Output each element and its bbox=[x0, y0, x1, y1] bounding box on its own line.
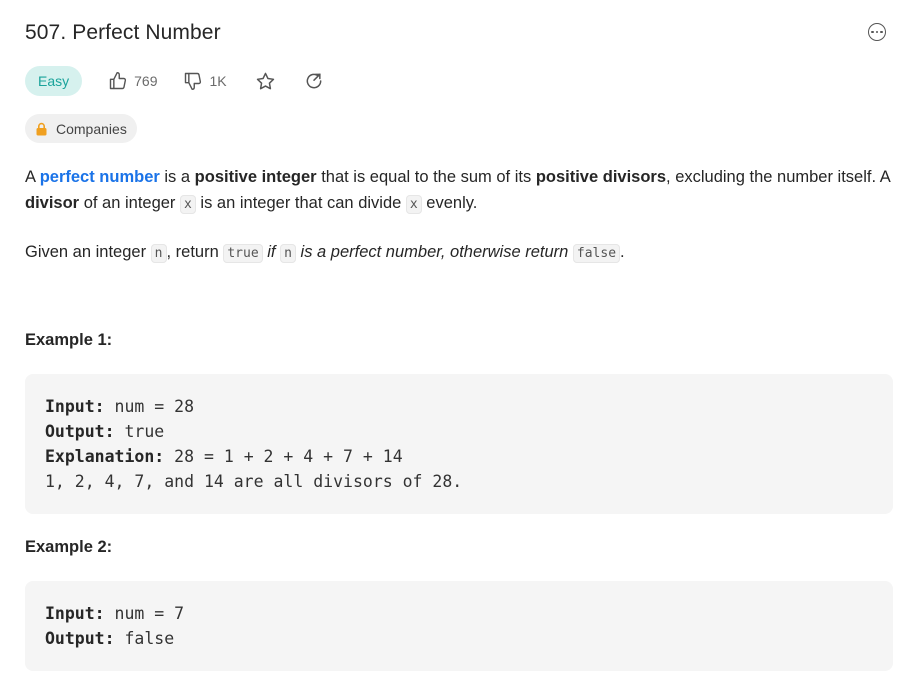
inline-code: n bbox=[150, 244, 167, 263]
more-options-icon[interactable] bbox=[868, 23, 886, 41]
problem-title: 507. Perfect Number bbox=[25, 21, 221, 44]
thumbs-up-icon bbox=[109, 71, 127, 90]
description-paragraph-1: A perfect number is a positive integer t… bbox=[25, 168, 890, 214]
star-icon bbox=[256, 72, 274, 89]
difficulty-badge: Easy bbox=[25, 66, 83, 96]
inline-code: true bbox=[223, 244, 263, 263]
example-input-row: Input: num = 7 bbox=[45, 604, 185, 623]
inline-code: x bbox=[405, 195, 422, 214]
example-output-row: Output: false bbox=[45, 629, 175, 648]
inline-code: false bbox=[572, 244, 621, 263]
example-input-row: Input: num = 28 bbox=[45, 397, 195, 416]
lock-icon bbox=[36, 122, 47, 135]
example-explanation-row: Explanation: 28 = 1 + 2 + 4 + 7 + 14 bbox=[45, 447, 403, 466]
like-count: 769 bbox=[134, 73, 158, 89]
problem-description: A perfect number is a positive integer t… bbox=[25, 164, 893, 288]
inline-code: x bbox=[180, 195, 196, 214]
example-2-title: Example 2: bbox=[25, 538, 113, 556]
favorite-button[interactable] bbox=[255, 71, 276, 92]
example-1-title: Example 1: bbox=[25, 331, 113, 349]
example-output-row: Output: true bbox=[45, 422, 165, 441]
example-2-box: Input: num = 7 Output: false bbox=[25, 581, 893, 671]
description-paragraph-2: Given an integer n, return true if n is … bbox=[25, 243, 625, 263]
dislike-button[interactable]: 1K bbox=[183, 71, 227, 91]
problem-meta-bar: Easy 769 1K bbox=[25, 66, 324, 96]
inline-code: n bbox=[280, 244, 296, 263]
companies-label: Companies bbox=[56, 120, 127, 137]
dislike-count: 1K bbox=[209, 73, 227, 89]
example-explanation-line2: 1, 2, 4, 7, and 14 are all divisors of 2… bbox=[45, 472, 463, 491]
companies-tag[interactable]: Companies bbox=[25, 114, 137, 143]
share-button[interactable] bbox=[304, 71, 324, 91]
thumbs-down-icon bbox=[185, 72, 202, 91]
share-icon bbox=[306, 73, 322, 89]
like-button[interactable]: 769 bbox=[108, 71, 157, 91]
perfect-number-link[interactable]: perfect number bbox=[40, 168, 160, 186]
example-1-box: Input: num = 28 Output: true Explanation… bbox=[25, 374, 893, 514]
